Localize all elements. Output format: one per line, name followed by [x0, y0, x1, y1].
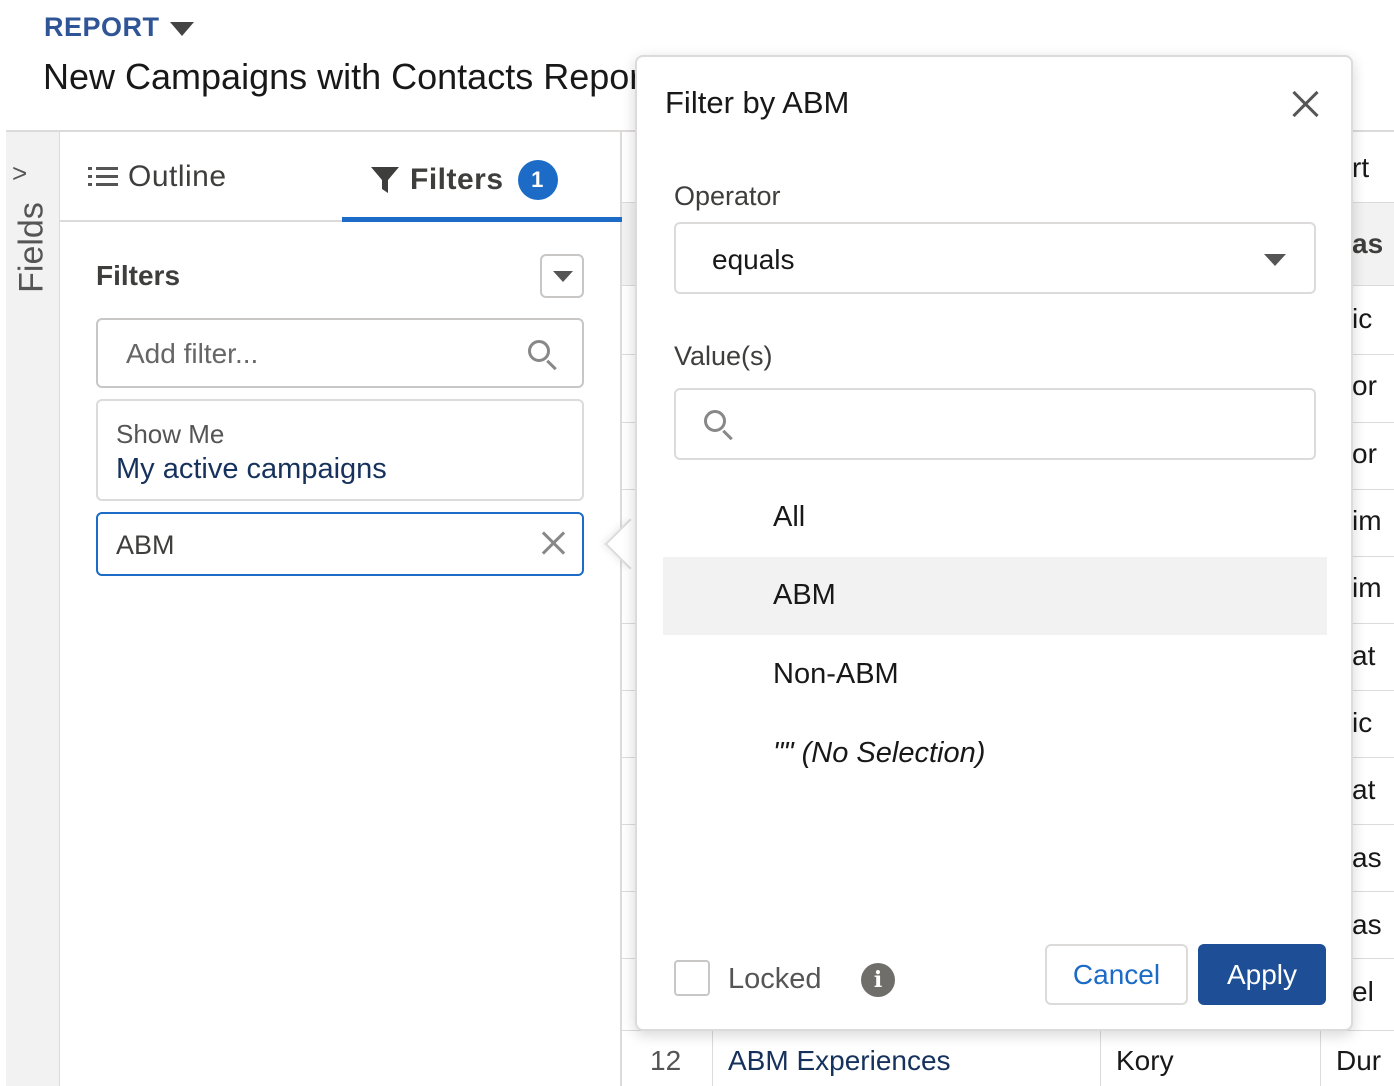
- report-breadcrumb[interactable]: REPORT: [44, 12, 194, 43]
- tab-filters-label: Filters: [410, 163, 504, 196]
- cancel-button[interactable]: Cancel: [1045, 944, 1188, 1005]
- values-label: Value(s): [674, 341, 773, 371]
- abm-filter-label: ABM: [116, 530, 175, 560]
- apply-button[interactable]: Apply: [1198, 944, 1326, 1005]
- locked-checkbox[interactable]: [674, 960, 710, 996]
- close-icon[interactable]: [1291, 89, 1321, 119]
- show-me-filter[interactable]: Show Me My active campaigns: [96, 399, 584, 501]
- filters-panel: Outline Filters 1 Filters Add filter... …: [60, 132, 622, 1086]
- table-cell: im: [1352, 572, 1382, 603]
- filters-count-badge: 1: [517, 160, 558, 200]
- value-option-abm[interactable]: ABM: [663, 557, 1327, 635]
- add-filter-input[interactable]: Add filter...: [96, 318, 584, 388]
- value-option-all[interactable]: All: [663, 479, 1327, 557]
- add-filter-placeholder: Add filter...: [126, 338, 259, 369]
- table-cell: as: [1352, 842, 1382, 873]
- tab-outline-label: Outline: [128, 160, 227, 193]
- column-divider: [712, 1031, 713, 1086]
- table-cell: el: [1352, 976, 1374, 1007]
- chevron-down-icon[interactable]: [169, 21, 194, 36]
- table-cell: Dur: [1336, 1045, 1382, 1076]
- panel-tabs: Outline Filters 1: [60, 132, 622, 222]
- list-icon: [88, 167, 118, 186]
- fields-rail-label[interactable]: Fields: [13, 198, 52, 298]
- info-icon[interactable]: i: [861, 963, 895, 997]
- value-option-label: ABM: [773, 579, 836, 611]
- report-breadcrumb-label: REPORT: [44, 12, 160, 42]
- value-option-no-selection[interactable]: "" (No Selection): [663, 715, 1327, 793]
- tab-filters[interactable]: Filters 1: [342, 132, 622, 222]
- filters-heading: Filters: [96, 260, 181, 291]
- table-cell: im: [1352, 505, 1382, 536]
- operator-select[interactable]: equals: [674, 222, 1316, 294]
- table-header-cell: rt: [1352, 152, 1370, 183]
- close-icon[interactable]: [538, 528, 568, 558]
- value-option-non-abm[interactable]: Non-ABM: [663, 636, 1327, 714]
- page-title: New Campaigns with Contacts Report: [43, 56, 652, 97]
- filter-popover: Filter by ABM Operator equals Value(s) A…: [635, 55, 1353, 1031]
- table-cell: at: [1352, 774, 1376, 805]
- locked-label: Locked: [728, 963, 822, 995]
- value-option-label: All: [773, 501, 806, 533]
- chevron-down-icon: [1264, 254, 1286, 266]
- row-number: 12: [650, 1045, 682, 1076]
- table-cell: at: [1352, 640, 1376, 671]
- filters-menu-button[interactable]: [540, 254, 584, 298]
- search-icon: [704, 410, 726, 432]
- owner-cell: Kory: [1116, 1045, 1174, 1076]
- popover-title: Filter by ABM: [665, 85, 850, 120]
- table-cell: ic: [1352, 303, 1373, 334]
- value-option-label: Non-ABM: [773, 658, 899, 690]
- show-me-label: Show Me: [116, 419, 225, 449]
- search-icon: [528, 340, 550, 362]
- table-cell: ic: [1352, 707, 1373, 738]
- table-header-cell: as: [1352, 228, 1384, 259]
- value-option-label: "" (No Selection): [773, 737, 986, 769]
- table-row: 12 ABM Experiences Kory Dur: [622, 1030, 1394, 1086]
- chevron-right-icon[interactable]: >: [12, 158, 27, 189]
- table-cell: or: [1352, 370, 1377, 401]
- column-divider: [1320, 1031, 1321, 1086]
- show-me-value: My active campaigns: [116, 453, 387, 485]
- operator-label: Operator: [674, 181, 781, 211]
- table-cell: or: [1352, 438, 1377, 469]
- table-cell: as: [1352, 909, 1382, 940]
- funnel-icon: [371, 167, 399, 193]
- operator-value: equals: [712, 244, 795, 275]
- values-search-input[interactable]: [674, 388, 1316, 460]
- column-divider: [1100, 1031, 1101, 1086]
- campaign-name-cell[interactable]: ABM Experiences: [728, 1045, 951, 1077]
- tab-outline[interactable]: Outline: [88, 160, 227, 194]
- abm-filter-pill[interactable]: ABM: [96, 512, 584, 576]
